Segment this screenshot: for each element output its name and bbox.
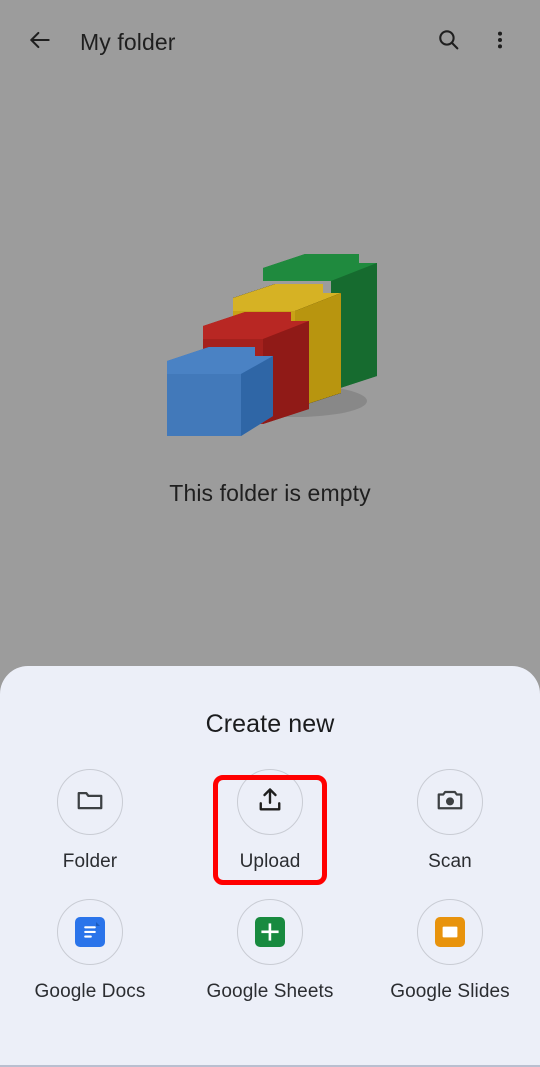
upload-icon <box>255 785 285 820</box>
upload-icon-circle <box>237 769 303 835</box>
create-option-folder[interactable]: Folder <box>0 769 180 873</box>
empty-folders-illustration <box>145 241 395 456</box>
google-sheets-icon <box>255 917 285 947</box>
scan-icon-circle <box>417 769 483 835</box>
create-option-upload[interactable]: Upload <box>180 769 360 873</box>
google-docs-icon-circle <box>57 899 123 965</box>
create-option-folder-label: Folder <box>62 851 118 872</box>
create-option-upload-label: Upload <box>239 851 301 872</box>
app-screen: This folder is empty My folder Create ne… <box>0 0 540 1067</box>
search-icon <box>436 27 461 57</box>
folder-icon <box>75 785 105 820</box>
empty-state: This folder is empty <box>0 84 540 664</box>
camera-icon <box>435 785 465 820</box>
create-option-google-docs[interactable]: Google Docs <box>0 899 180 1003</box>
empty-state-message: This folder is empty <box>169 480 371 506</box>
google-slides-icon <box>435 917 465 947</box>
page-title: My folder <box>80 28 176 55</box>
create-option-google-docs-label: Google Docs <box>34 981 146 1002</box>
google-docs-icon <box>75 917 105 947</box>
back-button[interactable] <box>14 16 66 68</box>
create-option-scan[interactable]: Scan <box>360 769 540 873</box>
google-sheets-icon-circle <box>237 899 303 965</box>
create-option-google-sheets-label: Google Sheets <box>206 981 334 1002</box>
more-vert-icon <box>489 29 511 56</box>
overflow-menu-button[interactable] <box>474 16 526 68</box>
create-option-google-slides-label: Google Slides <box>390 981 510 1002</box>
sheet-title: Create new <box>205 710 335 738</box>
create-new-bottom-sheet: Create new Folder Upload Scan Google Doc… <box>0 666 540 1067</box>
folder-icon-circle <box>57 769 123 835</box>
arrow-back-icon <box>27 27 53 58</box>
create-option-google-slides[interactable]: Google Slides <box>360 899 540 1003</box>
top-app-bar: My folder <box>0 0 540 84</box>
google-slides-icon-circle <box>417 899 483 965</box>
search-button[interactable] <box>422 16 474 68</box>
create-option-scan-label: Scan <box>428 851 472 872</box>
create-option-google-sheets[interactable]: Google Sheets <box>180 899 360 1003</box>
create-options-grid: Folder Upload Scan Google Docs Google Sh… <box>0 769 540 1003</box>
